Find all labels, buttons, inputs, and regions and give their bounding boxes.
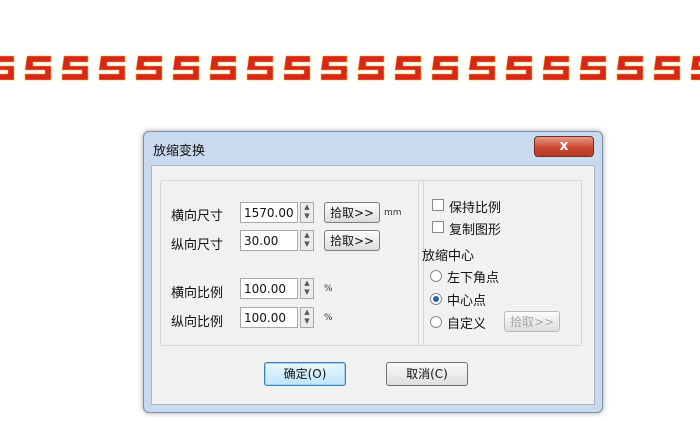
radio-custom[interactable] xyxy=(430,316,442,328)
fret-motif xyxy=(431,55,459,81)
titlebar: 放缩变换 x xyxy=(144,132,602,162)
scale-transform-dialog: 放缩变换 x 横向尺寸 1570.00 ▲ ▼ 拾取>> mm 纵向尺寸 30.… xyxy=(143,131,603,413)
fret-motif xyxy=(320,55,348,81)
keep-ratio-label: 保持比例 xyxy=(449,201,502,216)
close-button[interactable]: x xyxy=(534,136,594,157)
radio-center-label: 中心点 xyxy=(447,294,487,309)
h-ratio-label: 横向比例 xyxy=(171,286,224,301)
h-ratio-input[interactable]: 100.00 xyxy=(240,278,298,299)
scale-center-label: 放缩中心 xyxy=(422,249,475,264)
fret-motif xyxy=(542,55,570,81)
decorative-fret-border xyxy=(0,50,700,82)
fret-motif xyxy=(61,55,89,81)
cancel-button[interactable]: 取消(C) xyxy=(386,362,468,386)
spin-up-icon[interactable]: ▲ xyxy=(301,203,313,212)
keep-ratio-checkbox[interactable] xyxy=(432,199,444,211)
ok-button[interactable]: 确定(O) xyxy=(264,362,346,386)
v-ratio-input[interactable]: 100.00 xyxy=(240,307,298,328)
fret-motif xyxy=(246,55,274,81)
radio-center[interactable] xyxy=(430,293,442,305)
fret-motif xyxy=(616,55,644,81)
width-spinner[interactable]: ▲ ▼ xyxy=(300,202,314,223)
height-spinner[interactable]: ▲ ▼ xyxy=(300,230,314,251)
spin-up-icon[interactable]: ▲ xyxy=(301,308,313,317)
height-pick-button[interactable]: 拾取>> xyxy=(324,230,380,251)
fret-motif xyxy=(209,55,237,81)
radio-bottom-left-label: 左下角点 xyxy=(447,271,500,286)
spin-up-icon[interactable]: ▲ xyxy=(301,231,313,240)
fret-motif xyxy=(98,55,126,81)
width-input[interactable]: 1570.00 xyxy=(240,202,298,223)
spin-down-icon[interactable]: ▼ xyxy=(301,240,313,249)
center-pick-button[interactable]: 拾取>> xyxy=(504,311,560,332)
fret-motif xyxy=(135,55,163,81)
width-label: 横向尺寸 xyxy=(171,209,224,224)
fret-motif xyxy=(505,55,533,81)
spin-down-icon[interactable]: ▼ xyxy=(301,212,313,221)
v-ratio-spinner[interactable]: ▲ ▼ xyxy=(300,307,314,328)
fret-motif xyxy=(394,55,422,81)
copy-shape-checkbox[interactable] xyxy=(432,221,444,233)
dialog-title: 放缩变换 xyxy=(153,144,206,159)
copy-shape-label: 复制图形 xyxy=(449,223,502,238)
v-ratio-label: 纵向比例 xyxy=(171,315,224,330)
radio-bottom-left[interactable] xyxy=(430,270,442,282)
fret-motif xyxy=(24,55,52,81)
spin-down-icon[interactable]: ▼ xyxy=(301,317,313,326)
width-pick-button[interactable]: 拾取>> xyxy=(324,202,380,223)
v-ratio-unit: % xyxy=(324,313,333,323)
height-input[interactable]: 30.00 xyxy=(240,230,298,251)
fret-motif xyxy=(653,55,681,81)
spin-up-icon[interactable]: ▲ xyxy=(301,279,313,288)
width-unit: mm xyxy=(384,208,402,218)
h-ratio-spinner[interactable]: ▲ ▼ xyxy=(300,278,314,299)
fret-motif xyxy=(0,55,15,81)
radio-custom-label: 自定义 xyxy=(447,317,487,332)
fret-motif xyxy=(172,55,200,81)
dialog-body: 横向尺寸 1570.00 ▲ ▼ 拾取>> mm 纵向尺寸 30.00 ▲ ▼ … xyxy=(151,165,595,405)
fret-motif xyxy=(283,55,311,81)
h-ratio-unit: % xyxy=(324,284,333,294)
height-label: 纵向尺寸 xyxy=(171,238,224,253)
close-icon: x xyxy=(559,138,569,154)
fret-motif xyxy=(357,55,385,81)
fret-motif xyxy=(690,55,700,81)
spin-down-icon[interactable]: ▼ xyxy=(301,288,313,297)
fret-motif xyxy=(468,55,496,81)
fret-motif xyxy=(579,55,607,81)
